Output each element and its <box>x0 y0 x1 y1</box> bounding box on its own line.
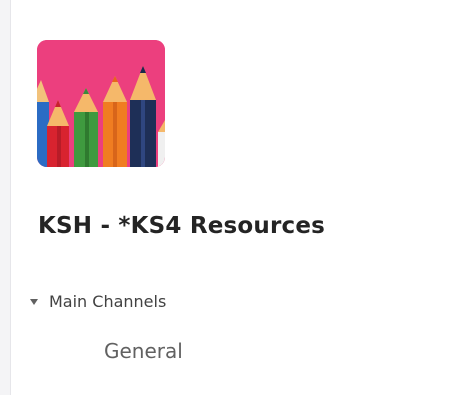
team-name: KSH - *KS4 Resources <box>38 213 326 239</box>
team-channel-panel: KSH - *KS4 Resources Main Channels Gener… <box>0 0 454 395</box>
team-avatar[interactable] <box>37 40 165 167</box>
channel-label: General <box>104 339 183 363</box>
section-label: Main Channels <box>49 291 167 311</box>
channel-item-general[interactable]: General <box>104 337 183 365</box>
caret-down-icon[interactable] <box>30 298 38 305</box>
panel-divider <box>0 0 11 395</box>
main-channels-section-toggle[interactable]: Main Channels <box>30 288 166 314</box>
colored-pencils-icon <box>37 40 165 167</box>
